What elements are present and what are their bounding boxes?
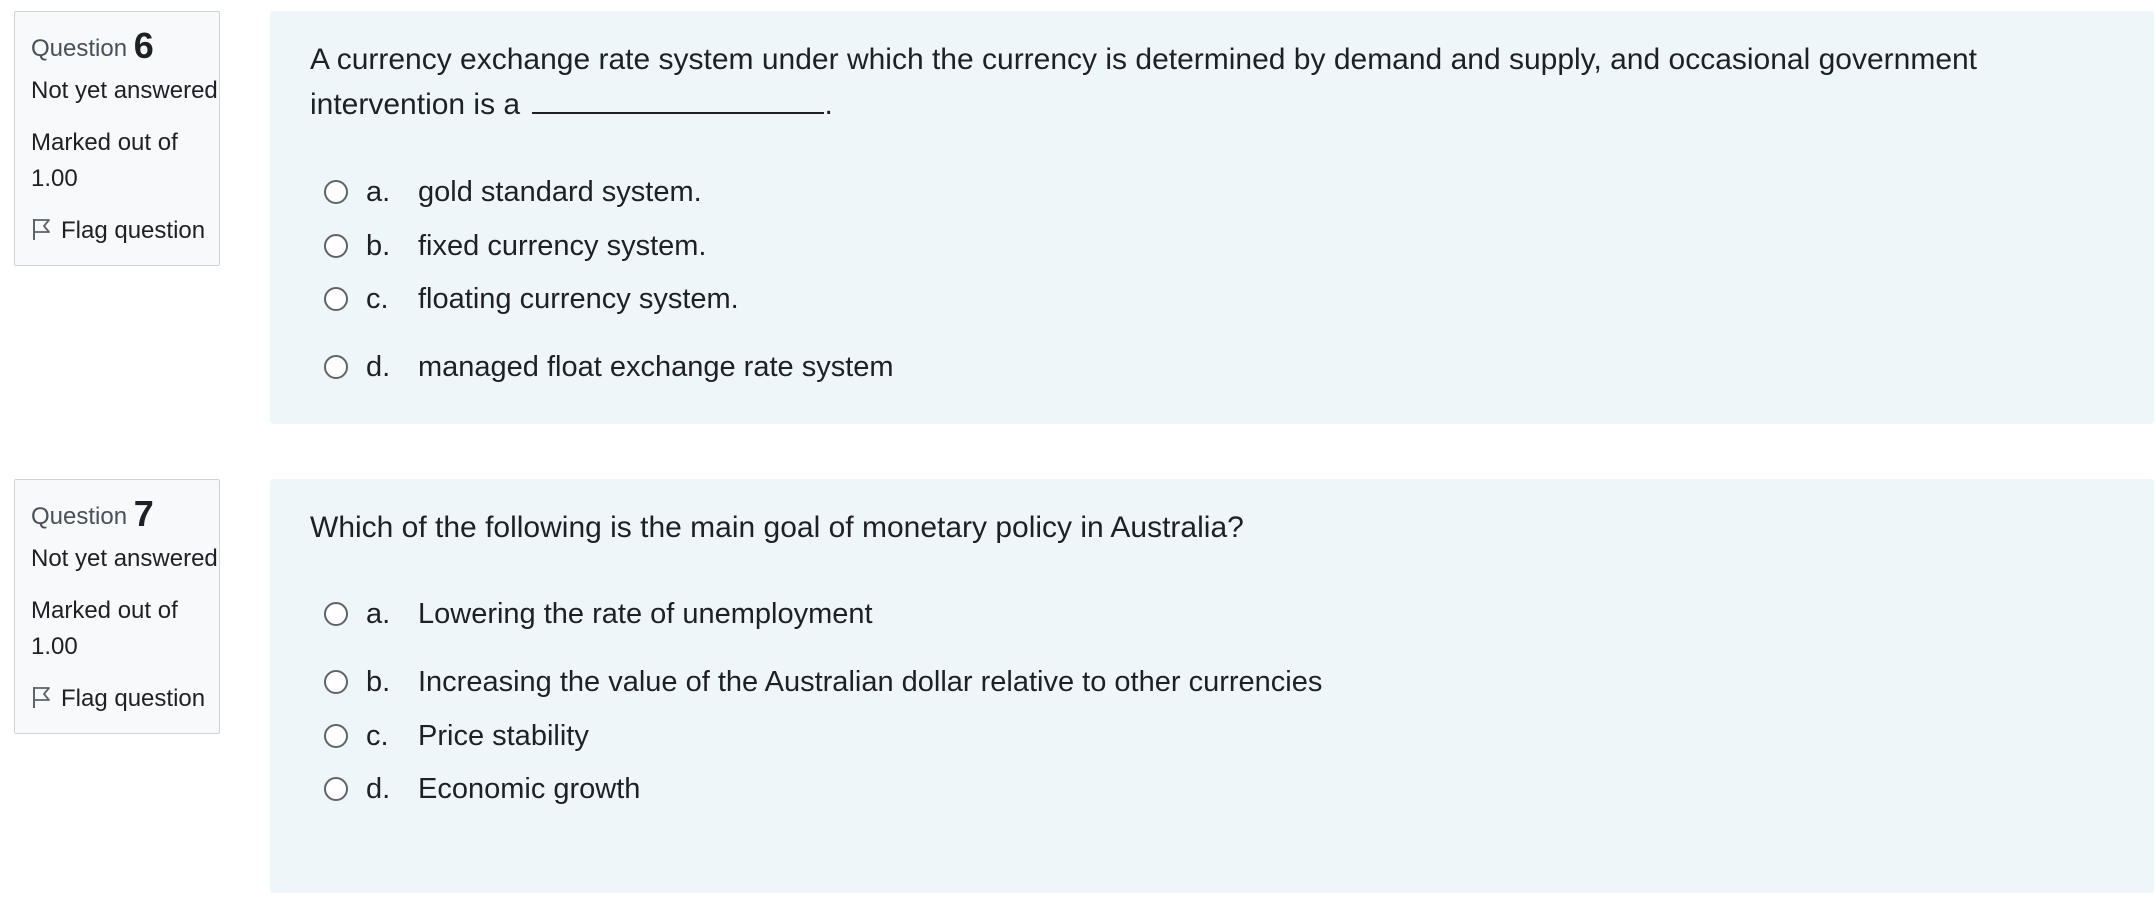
- question-grade: Marked out of 1.00: [31, 597, 178, 660]
- radio-button[interactable]: [324, 287, 348, 311]
- radio-button[interactable]: [324, 777, 348, 801]
- option-letter: b.: [366, 229, 391, 262]
- question-number: 7: [133, 493, 154, 534]
- option-text: Lowering the rate of unemployment: [418, 597, 873, 630]
- radio-button[interactable]: [324, 355, 348, 379]
- flag-question-button[interactable]: Flag question: [31, 681, 219, 717]
- option-letter: c.: [366, 282, 389, 315]
- flag-question-label: Flag question: [61, 685, 206, 712]
- answer-option-b[interactable]: b. fixed currency system.: [324, 228, 706, 264]
- answer-option-d[interactable]: d. managed float exchange rate system: [324, 349, 894, 385]
- radio-button[interactable]: [324, 670, 348, 694]
- option-text: gold standard system.: [418, 175, 702, 208]
- question-info-panel: Question 7 Not yet answered Marked out o…: [14, 479, 220, 734]
- question-number-line: Question 6: [31, 24, 219, 71]
- question-grade: Marked out of 1.00: [31, 129, 178, 192]
- answer-option-d[interactable]: d. Economic growth: [324, 771, 640, 807]
- option-text: fixed currency system.: [418, 229, 707, 262]
- question-info-panel: Question 6 Not yet answered Marked out o…: [14, 11, 220, 266]
- question-6: Question 6 Not yet answered Marked out o…: [0, 0, 2156, 440]
- radio-button[interactable]: [324, 602, 348, 626]
- flag-icon: [31, 216, 53, 240]
- question-label: Question: [31, 35, 128, 62]
- option-letter: d.: [366, 772, 391, 805]
- flag-question-button[interactable]: Flag question: [31, 213, 219, 249]
- question-content: A currency exchange rate system under wh…: [270, 11, 2154, 424]
- question-number-line: Question 7: [31, 492, 219, 539]
- answer-option-a[interactable]: a. Lowering the rate of unemployment: [324, 596, 873, 632]
- option-letter: b.: [366, 665, 391, 698]
- option-text: Increasing the value of the Australian d…: [418, 665, 1323, 698]
- flag-question-label: Flag question: [61, 217, 206, 244]
- radio-button[interactable]: [324, 180, 348, 204]
- option-text: floating currency system.: [418, 282, 739, 315]
- answer-option-c[interactable]: c. floating currency system.: [324, 281, 739, 317]
- question-number: 6: [133, 25, 154, 66]
- question-label: Question: [31, 503, 128, 530]
- radio-button[interactable]: [324, 234, 348, 258]
- question-state: Not yet answered: [31, 545, 218, 572]
- option-text: Economic growth: [418, 772, 641, 805]
- answer-blank: [532, 84, 825, 114]
- flag-icon: [31, 684, 53, 708]
- question-text: A currency exchange rate system under wh…: [310, 37, 2110, 127]
- question-text-after-blank: .: [824, 88, 833, 121]
- option-letter: a.: [366, 597, 391, 630]
- answer-option-c[interactable]: c. Price stability: [324, 718, 589, 754]
- option-letter: d.: [366, 350, 391, 383]
- option-text: managed float exchange rate system: [418, 350, 894, 383]
- answer-option-a[interactable]: a. gold standard system.: [324, 174, 702, 210]
- question-state: Not yet answered: [31, 77, 218, 104]
- question-7: Question 7 Not yet answered Marked out o…: [0, 468, 2156, 908]
- option-letter: c.: [366, 719, 389, 752]
- option-text: Price stability: [418, 719, 589, 752]
- question-text: Which of the following is the main goal …: [310, 511, 1244, 544]
- answer-option-b[interactable]: b. Increasing the value of the Australia…: [324, 664, 1322, 700]
- question-content: Which of the following is the main goal …: [270, 479, 2154, 893]
- option-letter: a.: [366, 175, 391, 208]
- radio-button[interactable]: [324, 724, 348, 748]
